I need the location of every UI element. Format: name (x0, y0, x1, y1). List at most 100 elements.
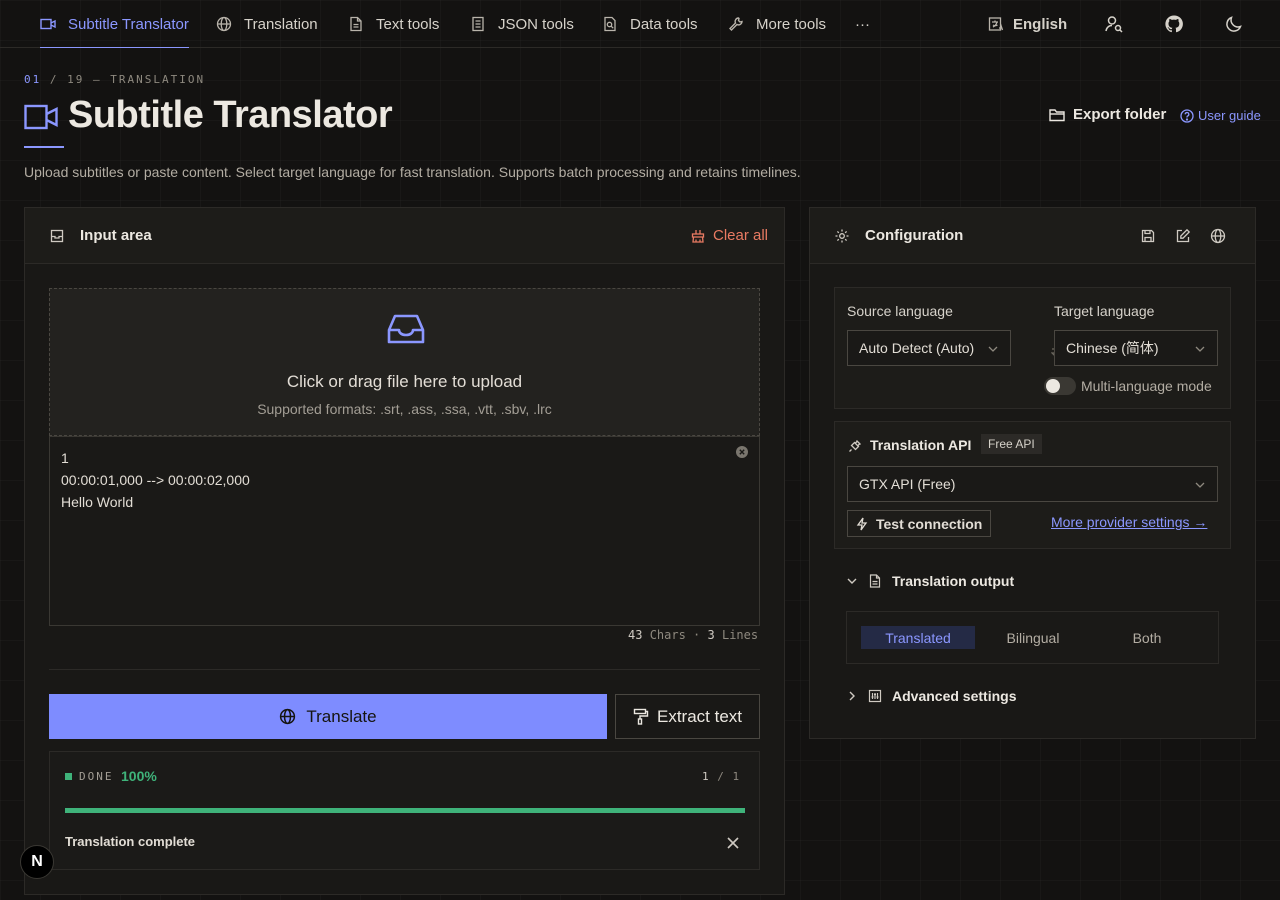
export-folder-button[interactable]: Export folder (1049, 106, 1166, 123)
help-icon (1180, 108, 1194, 123)
translate-label: Translate (306, 706, 377, 726)
line-count: 3 (707, 628, 715, 642)
sliders-icon (868, 689, 882, 703)
nav-item-data-tools[interactable]: Data tools (602, 0, 698, 48)
globe-icon[interactable] (1210, 228, 1226, 244)
nav-item-json-tools[interactable]: JSON tools (470, 0, 574, 48)
upload-formats: Supported formats: .srt, .ass, .ssa, .vt… (257, 401, 552, 417)
char-count-label: Chars · (649, 628, 701, 642)
char-line-counter: 43 Chars · 3 Lines (628, 628, 758, 642)
nav-label: More tools (756, 15, 827, 33)
moon-icon[interactable] (1224, 14, 1244, 34)
output-mode-both[interactable]: Both (1090, 626, 1204, 649)
multi-language-toggle[interactable] (1044, 377, 1076, 395)
extract-text-button[interactable]: Extract text (615, 694, 760, 739)
wrench-icon (729, 17, 743, 31)
status-percent: 100% (121, 768, 157, 784)
test-connection-button[interactable]: Test connection (847, 510, 992, 537)
output-mode-bilingual[interactable]: Bilingual (976, 626, 1090, 649)
user-icon[interactable] (1104, 14, 1124, 34)
input-panel-header: Input area Clear all (25, 208, 784, 264)
translation-output-toggle[interactable]: Translation output (846, 573, 1014, 589)
nav-label: Translation (244, 15, 318, 33)
more-provider-settings-link[interactable]: More provider settings → (1051, 514, 1207, 530)
document-icon (350, 16, 362, 32)
clear-all-button[interactable]: Clear all (691, 227, 768, 244)
language-icon (988, 17, 1004, 31)
api-provider-value: GTX API (Free) (859, 476, 956, 492)
inbox-tray-icon (387, 314, 425, 344)
config-panel-title: Configuration (865, 227, 964, 244)
output-mode-segmented: Translated Bilingual Both (846, 611, 1219, 664)
nav-item-subtitle-translator[interactable]: Subtitle Translator (40, 0, 189, 48)
more-dots: ··· (855, 15, 870, 33)
nav-item-more-tools[interactable]: More tools (728, 0, 826, 48)
paint-roller-icon (633, 708, 649, 725)
broom-icon (691, 229, 705, 243)
breadcrumb-text: / 19 — TRANSLATION (49, 73, 206, 86)
data-icon (604, 16, 616, 32)
advanced-settings-toggle[interactable]: Advanced settings (846, 688, 1016, 704)
translation-api-card: Translation API Free API GTX API (Free) … (834, 421, 1231, 549)
chevron-down-icon (988, 346, 998, 352)
edit-icon[interactable] (1175, 228, 1191, 244)
configuration-panel: Configuration Source language Target lan… (809, 207, 1256, 739)
page-title: Subtitle Translator (68, 94, 393, 136)
video-icon (40, 18, 56, 30)
target-language-value: Chinese (简体) (1066, 340, 1159, 356)
github-icon[interactable] (1164, 14, 1184, 34)
api-provider-select[interactable]: GTX API (Free) (847, 466, 1218, 502)
char-count: 43 (628, 628, 643, 642)
save-icon[interactable] (1140, 228, 1156, 244)
status-done: 1 (702, 770, 710, 783)
advanced-settings-title: Advanced settings (892, 688, 1017, 704)
page-description: Upload subtitles or paste content. Selec… (24, 164, 801, 180)
free-api-badge: Free API (981, 434, 1042, 454)
progress-bar (65, 808, 745, 813)
nav-more-button[interactable]: ··· (855, 0, 870, 48)
plug-icon (849, 440, 861, 452)
chevron-down-icon (847, 578, 857, 584)
line-count-label: Lines (721, 628, 759, 642)
status-message: Translation complete (65, 834, 196, 849)
input-panel: Input area Clear all Click or drag file … (24, 207, 785, 895)
upload-title: Click or drag file here to upload (286, 372, 523, 391)
progress-fill (65, 808, 745, 813)
top-nav: Subtitle Translator Translation Text too… (0, 0, 1280, 48)
source-language-select[interactable]: Auto Detect (Auto) (847, 330, 1011, 366)
subtitle-content-textarea[interactable]: 1 00:00:01,000 --> 00:00:02,000 Hello Wo… (49, 436, 760, 626)
language-label: English (1013, 15, 1068, 33)
video-icon (24, 104, 58, 130)
globe-icon (280, 708, 296, 725)
divider (49, 669, 760, 670)
nav-item-translation[interactable]: Translation (216, 0, 318, 48)
source-language-label: Source language (847, 303, 953, 319)
guide-label: User guide (1198, 108, 1261, 123)
translation-status: DONE 100% 1 / 1 Translation complete (49, 751, 760, 870)
nav-item-text-tools[interactable]: Text tools (348, 0, 439, 48)
output-mode-translated[interactable]: Translated (861, 626, 975, 649)
user-guide-link[interactable]: User guide (1180, 108, 1261, 123)
translate-button[interactable]: Translate (49, 694, 607, 739)
api-title: Translation API (870, 437, 972, 453)
test-connection-label: Test connection (876, 515, 983, 532)
chevron-down-icon (1195, 346, 1205, 352)
document-icon (869, 574, 881, 588)
status-dot (65, 773, 72, 780)
status-total: 1 (732, 770, 741, 783)
language-selector[interactable]: English (988, 0, 1067, 48)
nav-label: Text tools (376, 15, 440, 33)
framework-badge-icon[interactable]: N (20, 845, 54, 879)
breadcrumb-number: 01 (24, 73, 42, 86)
translation-output-title: Translation output (892, 573, 1015, 589)
status-count: 1 / 1 (702, 770, 740, 783)
upload-dropzone[interactable]: Click or drag file here to upload Suppor… (49, 288, 760, 436)
lightning-icon (856, 517, 868, 530)
close-icon[interactable] (726, 836, 740, 850)
clear-text-icon[interactable] (735, 445, 749, 459)
multi-language-label: Multi-language mode (1081, 378, 1212, 394)
target-language-select[interactable]: Chinese (简体) (1054, 330, 1218, 366)
config-panel-header: Configuration (810, 208, 1255, 264)
extract-label: Extract text (656, 706, 743, 726)
export-label: Export folder (1073, 106, 1167, 123)
